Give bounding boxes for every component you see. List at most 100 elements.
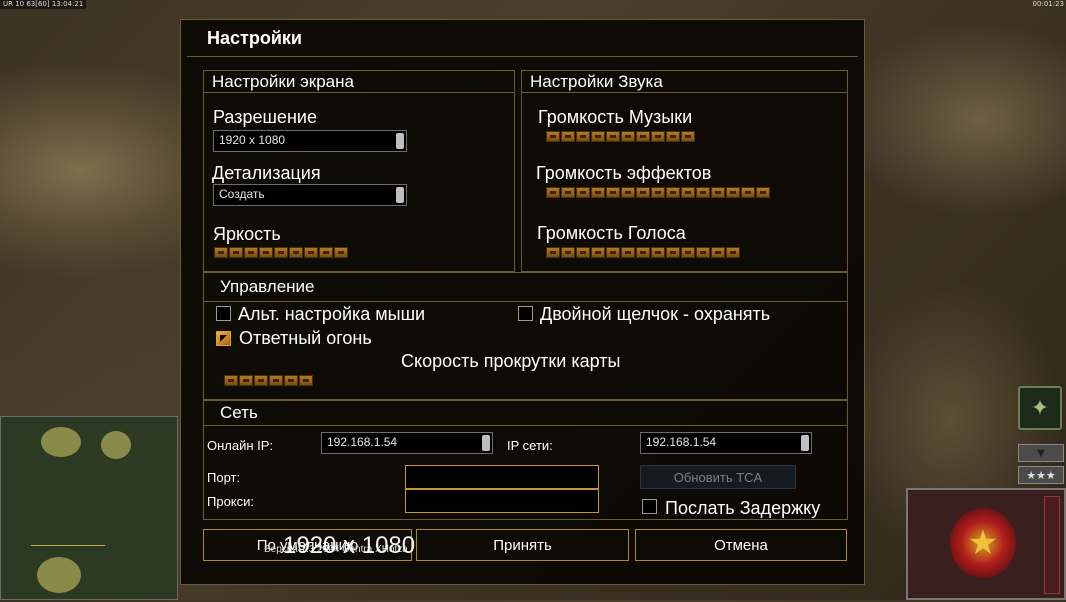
controls-header: Управление [204, 273, 847, 302]
slider-segment[interactable] [621, 247, 635, 258]
slider-segment[interactable] [334, 247, 348, 258]
send-delay-checkbox[interactable] [642, 499, 657, 514]
slider-segment[interactable] [606, 131, 620, 142]
right-hud: ✦ ▼ ★★★ [1014, 386, 1066, 486]
resolution-dropdown[interactable]: 1920 x 1080 [213, 130, 407, 152]
resolution-overlay: 1920 x 1080 [283, 532, 416, 559]
dropdown-scroll-knob[interactable] [801, 435, 809, 451]
slider-segment[interactable] [666, 247, 680, 258]
lan-ip-label: IP сети: [507, 438, 553, 453]
slider-segment[interactable] [606, 247, 620, 258]
hud-game-timer: 00:01:23 [1032, 0, 1064, 8]
scroll-speed-slider[interactable] [224, 375, 313, 387]
slider-segment[interactable] [561, 187, 575, 198]
slider-segment[interactable] [254, 375, 268, 386]
slider-segment[interactable] [576, 247, 590, 258]
slider-segment[interactable] [591, 131, 605, 142]
slider-segment[interactable] [726, 187, 740, 198]
slider-segment[interactable] [591, 187, 605, 198]
screen-settings-header: Настройки экрана [204, 71, 514, 93]
slider-segment[interactable] [741, 187, 755, 198]
title-divider [187, 56, 858, 57]
minimap-viewport [31, 545, 105, 602]
slider-segment[interactable] [606, 187, 620, 198]
effects-volume-label: Громкость эффектов [536, 163, 712, 183]
slider-segment[interactable] [681, 131, 695, 142]
slider-segment[interactable] [561, 247, 575, 258]
return-fire-checkbox[interactable] [216, 331, 231, 346]
slider-segment[interactable] [576, 187, 590, 198]
return-fire-label: Ответный огонь [239, 328, 372, 348]
double-click-guard-checkbox[interactable] [518, 306, 533, 321]
dropdown-scroll-knob[interactable] [482, 435, 490, 451]
music-volume-label: Громкость Музыки [538, 107, 693, 127]
slider-segment[interactable] [229, 247, 243, 258]
detail-dropdown[interactable]: Создать [213, 184, 407, 206]
slider-segment[interactable] [214, 247, 228, 258]
slider-segment[interactable] [636, 131, 650, 142]
dialog-title: Настройки [207, 28, 302, 48]
slider-segment[interactable] [681, 187, 695, 198]
slider-segment[interactable] [711, 247, 725, 258]
dropdown-scroll-knob[interactable] [396, 133, 404, 149]
slider-segment[interactable] [224, 375, 238, 386]
slider-segment[interactable] [681, 247, 695, 258]
slider-segment[interactable] [299, 375, 313, 386]
slider-segment[interactable] [284, 375, 298, 386]
slider-segment[interactable] [726, 247, 740, 258]
slider-segment[interactable] [269, 375, 283, 386]
slider-segment[interactable] [621, 131, 635, 142]
rank-stars-icon[interactable]: ★★★ [1018, 466, 1064, 484]
slider-segment[interactable] [259, 247, 273, 258]
slider-segment[interactable] [576, 131, 590, 142]
slider-segment[interactable] [561, 131, 575, 142]
double-click-guard-label: Двойной щелчок - охранять [540, 304, 771, 324]
slider-segment[interactable] [244, 247, 258, 258]
slider-segment[interactable] [546, 131, 560, 142]
alt-mouse-checkbox[interactable] [216, 306, 231, 321]
proxy-input[interactable] [405, 489, 599, 513]
network-header: Сеть [204, 401, 847, 426]
faction-slot-bar[interactable] [1044, 496, 1060, 594]
slider-segment[interactable] [289, 247, 303, 258]
slider-segment[interactable] [546, 187, 560, 198]
slider-segment[interactable] [651, 187, 665, 198]
slider-segment[interactable] [274, 247, 288, 258]
brightness-slider[interactable] [214, 247, 348, 259]
music-volume-slider[interactable] [546, 131, 695, 143]
slider-segment[interactable] [239, 375, 253, 386]
minimap[interactable] [0, 416, 178, 600]
port-label: Порт: [207, 470, 241, 485]
slider-segment[interactable] [636, 187, 650, 198]
slider-segment[interactable] [651, 131, 665, 142]
lan-ip-dropdown[interactable]: 192.168.1.54 [640, 432, 812, 454]
sound-settings-header: Настройки Звука [522, 71, 847, 93]
alt-mouse-label: Альт. настройка мыши [238, 304, 426, 324]
slider-segment[interactable] [666, 131, 680, 142]
voice-volume-slider[interactable] [546, 247, 740, 259]
slider-segment[interactable] [696, 247, 710, 258]
slider-segment[interactable] [304, 247, 318, 258]
slider-segment[interactable] [636, 247, 650, 258]
options-dialog: Настройки Настройки экрана Разрешение 19… [180, 19, 865, 585]
hud-stats: UR 10 63[60] 13:04:21 [0, 0, 87, 9]
slider-segment[interactable] [621, 187, 635, 198]
radar-compass-icon[interactable]: ✦ [1018, 386, 1062, 430]
cancel-button[interactable]: Отмена [635, 529, 847, 561]
slider-segment[interactable] [319, 247, 333, 258]
slider-segment[interactable] [591, 247, 605, 258]
dropdown-scroll-knob[interactable] [396, 187, 404, 203]
slider-segment[interactable] [666, 187, 680, 198]
resolution-label: Разрешение [213, 107, 317, 127]
slider-segment[interactable] [696, 187, 710, 198]
chevron-down-icon[interactable]: ▼ [1018, 444, 1064, 462]
update-tca-button[interactable]: Обновить TCA [640, 465, 796, 489]
slider-segment[interactable] [711, 187, 725, 198]
slider-segment[interactable] [546, 247, 560, 258]
slider-segment[interactable] [756, 187, 770, 198]
online-ip-dropdown[interactable]: 192.168.1.54 [321, 432, 493, 454]
effects-volume-slider[interactable] [546, 187, 770, 199]
port-input[interactable] [405, 465, 599, 489]
accept-button[interactable]: Принять [416, 529, 629, 561]
slider-segment[interactable] [651, 247, 665, 258]
